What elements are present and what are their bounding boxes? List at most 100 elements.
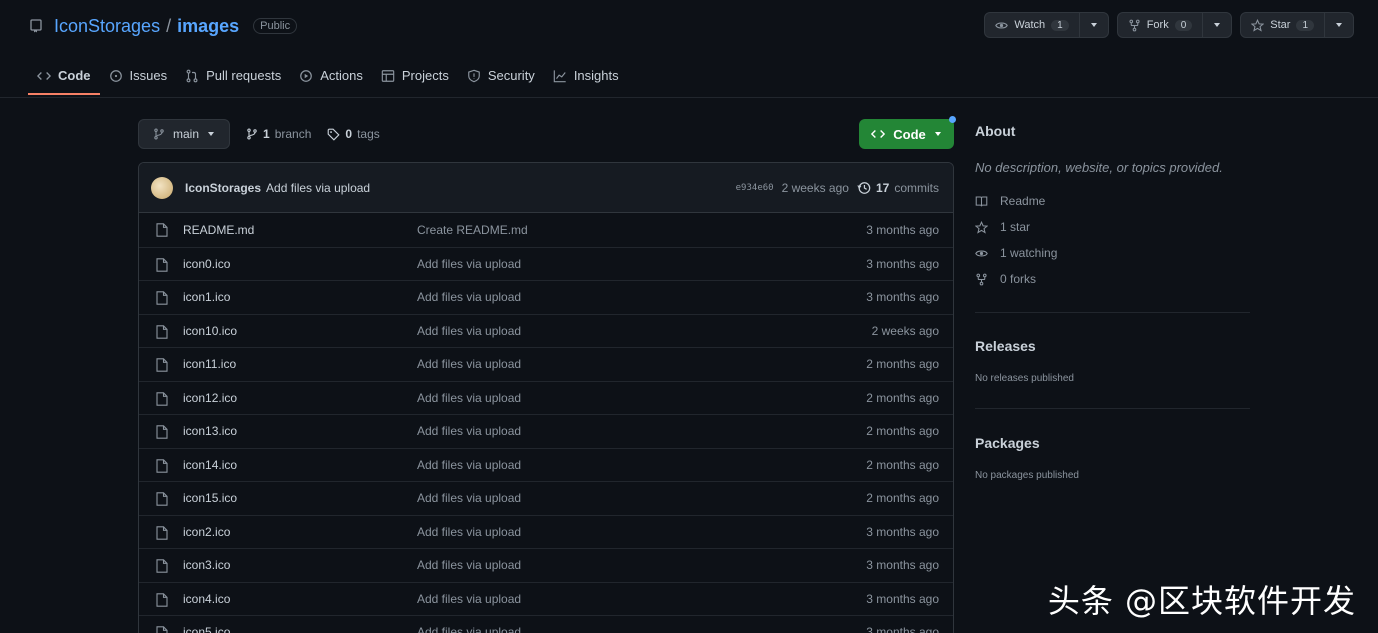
file-name-link[interactable]: icon5.ico <box>183 625 230 633</box>
tab-pull-requests[interactable]: Pull requests <box>176 60 290 95</box>
tab-code-label: Code <box>58 68 91 83</box>
tag-icon <box>328 128 340 141</box>
tab-insights[interactable]: Insights <box>544 60 628 95</box>
file-commit-age: 2 weeks ago <box>871 323 939 338</box>
file-commit-age: 3 months ago <box>866 222 939 237</box>
watch-dropdown[interactable] <box>1078 13 1108 37</box>
file-commit-message-link[interactable]: Add files via upload <box>417 290 521 304</box>
repo-separator: / <box>166 15 172 36</box>
file-name-link[interactable]: icon1.ico <box>183 290 230 304</box>
commit-sha-link[interactable]: e934e60 <box>736 183 774 193</box>
tab-divider <box>0 97 1378 98</box>
readme-link[interactable]: Readme <box>975 194 1045 208</box>
file-commit-message-link[interactable]: Add files via upload <box>417 257 521 271</box>
branches-link[interactable]: 1 branch <box>246 127 311 141</box>
visibility-badge: Public <box>253 18 298 34</box>
commit-message-link[interactable]: Add files via upload <box>266 181 370 195</box>
fork-button[interactable]: Fork 0 <box>1116 12 1233 38</box>
branch-select-button[interactable]: main <box>138 119 231 149</box>
table-row: icon11.ico Add files via upload 2 months a… <box>139 347 953 381</box>
file-browser: IconStorages Add files via upload e934e6… <box>138 162 954 633</box>
file-commit-age: 3 months ago <box>866 558 939 573</box>
tab-issues-label: Issues <box>129 68 168 83</box>
code-download-button[interactable]: Code <box>859 116 956 149</box>
file-commit-message-link[interactable]: Add files via upload <box>417 324 521 338</box>
caret-down-icon <box>1090 23 1097 27</box>
watch-button[interactable]: Watch 1 <box>984 12 1109 38</box>
avatar[interactable] <box>151 176 173 199</box>
table-row: icon3.ico Add files via upload 3 months ag… <box>139 548 953 582</box>
tab-pull-requests-label: Pull requests <box>206 68 282 83</box>
file-name-link[interactable]: icon14.ico <box>183 458 237 472</box>
tab-security[interactable]: Security <box>458 60 544 95</box>
github-repo-page: IconStorages / images Public Watch 1 For… <box>0 0 1378 633</box>
star-button[interactable]: Star 1 <box>1240 12 1354 38</box>
file-name-link[interactable]: icon10.ico <box>183 324 237 338</box>
file-name-link[interactable]: icon13.ico <box>183 424 237 438</box>
file-name-link[interactable]: icon11.ico <box>183 357 236 371</box>
code-icon <box>871 130 886 138</box>
file-name-link[interactable]: icon12.ico <box>183 391 237 405</box>
tab-issues[interactable]: Issues <box>100 60 177 95</box>
file-name-link[interactable]: icon0.ico <box>183 257 230 271</box>
file-icon <box>156 492 168 506</box>
commit-count: 17 <box>875 181 890 195</box>
file-name-link[interactable]: README.md <box>183 223 254 237</box>
file-commit-message-link[interactable]: Add files via upload <box>417 391 521 405</box>
file-commit-age: 2 months ago <box>866 457 939 472</box>
file-icon <box>156 223 168 237</box>
file-icon <box>156 525 168 540</box>
repo-name-link[interactable]: images <box>177 16 239 37</box>
file-icon <box>156 324 168 339</box>
table-row: README.md Create README.md 3 months ago <box>139 213 953 247</box>
book-icon <box>975 196 988 206</box>
file-commit-message-link[interactable]: Add files via upload <box>417 458 521 472</box>
file-commit-message-link[interactable]: Add files via upload <box>417 558 521 572</box>
file-commit-message-link[interactable]: Add files via upload <box>417 625 521 633</box>
file-list: README.md Create README.md 3 months ago ico… <box>139 213 953 633</box>
table-row: icon15.ico Add files via upload 2 months a… <box>139 481 953 515</box>
file-commit-message-link[interactable]: Create README.md <box>417 223 528 237</box>
about-description: No description, website, or topics provi… <box>975 160 1223 175</box>
file-commit-message-link[interactable]: Add files via upload <box>417 424 521 438</box>
stars-link[interactable]: 1 star <box>975 220 1030 234</box>
caret-down-icon <box>1336 23 1342 27</box>
tab-actions-label: Actions <box>320 68 363 83</box>
tab-actions[interactable]: Actions <box>290 60 372 95</box>
releases-heading[interactable]: Releases <box>975 338 1036 354</box>
file-commit-message-link[interactable]: Add files via upload <box>417 491 521 505</box>
file-icon <box>156 291 168 305</box>
eye-icon <box>995 21 1009 29</box>
file-commit-message-link[interactable]: Add files via upload <box>417 525 521 539</box>
commit-age: 2 weeks ago <box>781 181 849 195</box>
file-commit-message-link[interactable]: Add files via upload <box>417 592 521 606</box>
forks-link[interactable]: 0 forks <box>975 272 1036 286</box>
fork-label: Fork <box>1146 19 1169 31</box>
star-dropdown[interactable] <box>1324 13 1353 37</box>
file-name-link[interactable]: icon4.ico <box>183 592 230 606</box>
file-icon <box>156 592 168 607</box>
tab-projects-label: Projects <box>401 68 449 83</box>
file-name-link[interactable]: icon2.ico <box>183 525 230 539</box>
issue-icon <box>109 69 122 82</box>
file-commit-message-link[interactable]: Add files via upload <box>417 357 521 371</box>
repo-owner-link[interactable]: IconStorages <box>54 16 160 37</box>
commits-history-link[interactable]: 17 commits <box>857 181 939 195</box>
file-icon <box>156 257 168 272</box>
watchers-link[interactable]: 1 watching <box>975 246 1057 260</box>
file-icon <box>156 559 168 573</box>
stars-label: 1 star <box>1000 220 1031 234</box>
tab-code[interactable]: Code <box>28 60 100 95</box>
file-name-link[interactable]: icon15.ico <box>183 491 237 505</box>
file-icon <box>156 626 168 633</box>
packages-heading[interactable]: Packages <box>975 435 1040 451</box>
branch-bar: main 1 branch 0 tags <box>138 119 380 149</box>
commit-author-link[interactable]: IconStorages <box>185 181 261 195</box>
fork-dropdown[interactable] <box>1202 13 1231 37</box>
file-name-link[interactable]: icon3.ico <box>183 558 230 572</box>
tab-projects[interactable]: Projects <box>372 60 458 95</box>
file-commit-age: 2 months ago <box>866 424 939 439</box>
code-icon <box>37 71 51 80</box>
eye-icon <box>975 250 988 256</box>
tags-link[interactable]: 0 tags <box>327 127 380 141</box>
